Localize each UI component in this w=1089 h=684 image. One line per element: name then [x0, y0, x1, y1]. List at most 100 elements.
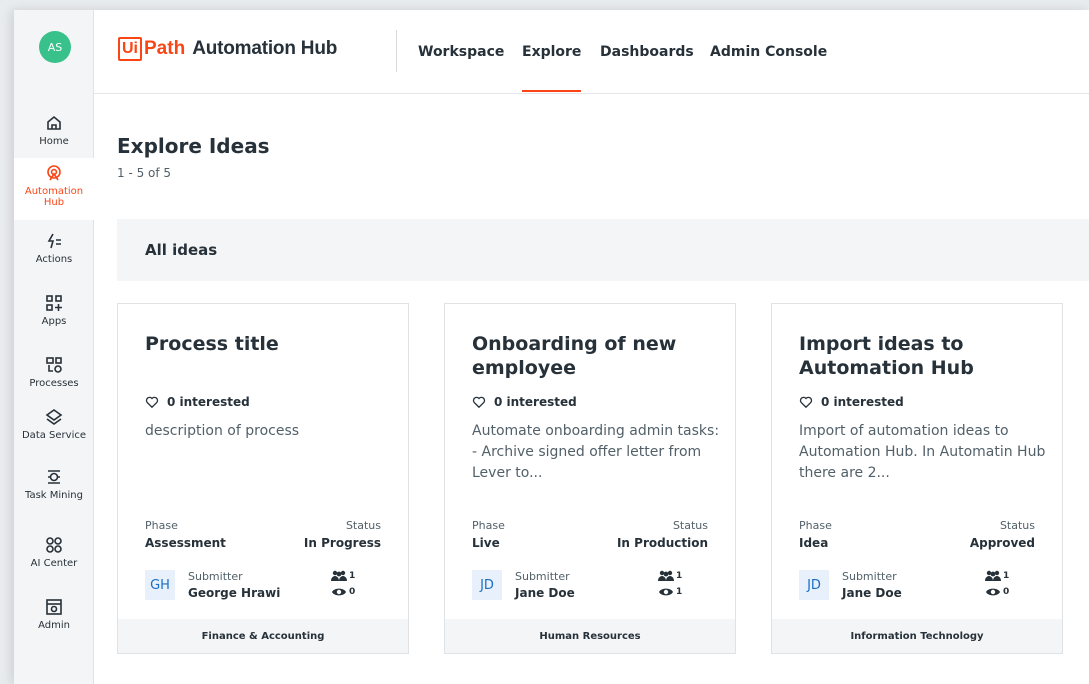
result-count: 1 - 5 of 5: [117, 166, 172, 180]
rail-label: Actions: [35, 254, 73, 265]
main-content: Explore Ideas 1 - 5 of 5 All ideas Proce…: [94, 95, 1089, 684]
submitter-label: Submitter: [842, 570, 897, 583]
submitter-name: Jane Doe: [842, 586, 902, 600]
rail-label: Processes: [29, 378, 79, 389]
rail-item-automation-hub[interactable]: Automation Hub: [14, 158, 94, 220]
phase-value: Idea: [799, 536, 829, 550]
ai-center-icon: [14, 536, 94, 556]
divider: [396, 30, 397, 72]
status-label: Status: [999, 519, 1035, 532]
submitter-avatar: JD: [799, 570, 829, 600]
collaborators-count: 1: [1003, 571, 1010, 581]
rail-label: Apps: [41, 316, 67, 327]
logo-path: Path: [144, 38, 186, 59]
submitter-label: Submitter: [188, 570, 243, 583]
views-stat: 0: [985, 586, 1009, 598]
rail-label: AI Center: [30, 558, 78, 569]
status-label: Status: [672, 519, 708, 532]
idea-title[interactable]: Import ideas to Automation Hub: [799, 332, 1044, 380]
idea-title[interactable]: Onboarding of new employee: [472, 332, 717, 380]
rail-label: Automation Hub: [24, 186, 84, 208]
left-rail: AS Home Automation Hub Actions Apps Proc…: [14, 10, 94, 684]
rail-label: Admin: [38, 620, 70, 631]
interest-toggle[interactable]: 0 interested: [799, 395, 904, 409]
nav-workspace[interactable]: Workspace: [418, 44, 504, 60]
collaborators-stat: 1: [331, 570, 355, 582]
category-footer: Information Technology: [772, 619, 1062, 653]
views-stat: 1: [658, 586, 682, 598]
people-icon: [985, 570, 1001, 581]
status-value: In Progress: [303, 536, 381, 550]
idea-card[interactable]: Onboarding of new employee 0 interested …: [444, 303, 736, 654]
apps-icon: [14, 294, 94, 314]
rail-item-task-mining[interactable]: Task Mining: [14, 468, 94, 520]
admin-icon: [14, 598, 94, 618]
collaborators-count: 1: [676, 571, 683, 581]
status-value: Approved: [969, 536, 1035, 550]
status-label: Status: [345, 519, 381, 532]
actions-icon: [14, 232, 94, 252]
people-icon: [658, 570, 674, 581]
collaborators-stat: 1: [658, 570, 682, 582]
collaborators-count: 1: [349, 571, 356, 581]
heart-icon: [472, 396, 486, 409]
processes-icon: [14, 356, 94, 376]
submitter-avatar: GH: [145, 570, 175, 600]
uipath-logo[interactable]: Ui Path Automation Hub: [118, 36, 337, 62]
views-count: 1: [676, 587, 683, 597]
product-name: Automation Hub: [192, 38, 338, 59]
idea-description: Automate onboarding admin tasks: - Archi…: [472, 423, 720, 481]
rail-item-apps[interactable]: Apps: [14, 294, 94, 336]
eye-icon: [332, 588, 346, 596]
phase-value: Live: [472, 536, 500, 550]
views-stat: 0: [331, 586, 355, 598]
nav-explore[interactable]: Explore: [522, 44, 582, 92]
phase-label: Phase: [145, 519, 178, 532]
phase-label: Phase: [472, 519, 505, 532]
interest-count: 0 interested: [821, 395, 904, 409]
rail-item-home[interactable]: Home: [14, 114, 94, 156]
rail-item-ai-center[interactable]: AI Center: [14, 536, 94, 578]
automation-hub-icon: [14, 164, 94, 184]
views-count: 0: [349, 587, 356, 597]
heart-icon: [799, 396, 813, 409]
status-value: In Production: [616, 536, 708, 550]
user-avatar[interactable]: AS: [39, 31, 71, 63]
submitter-name: George Hrawi: [188, 586, 281, 600]
filter-label: All ideas: [145, 241, 218, 259]
filter-bar[interactable]: All ideas: [117, 219, 1089, 281]
rail-item-admin[interactable]: Admin: [14, 598, 94, 640]
collaborators-stat: 1: [985, 570, 1009, 582]
phase-value: Assessment: [145, 536, 226, 550]
idea-description: Import of automation ideas to Automation…: [799, 423, 1046, 481]
rail-item-actions[interactable]: Actions: [14, 232, 94, 274]
idea-title[interactable]: Process title: [145, 332, 390, 356]
views-count: 0: [1003, 587, 1010, 597]
category-footer: Human Resources: [445, 619, 735, 653]
submitter-label: Submitter: [515, 570, 570, 583]
interest-toggle[interactable]: 0 interested: [145, 395, 250, 409]
top-bar: Ui Path Automation Hub Workspace Explore…: [94, 10, 1089, 94]
nav-admin-console[interactable]: Admin Console: [710, 44, 827, 60]
rail-item-processes[interactable]: Processes: [14, 356, 94, 398]
interest-count: 0 interested: [494, 395, 577, 409]
rail-label: Home: [39, 136, 69, 147]
idea-description: description of process: [145, 423, 300, 439]
eye-icon: [986, 588, 1000, 596]
people-icon: [331, 570, 347, 581]
home-icon: [14, 114, 94, 134]
interest-toggle[interactable]: 0 interested: [472, 395, 577, 409]
task-mining-icon: [14, 468, 94, 488]
rail-item-data-service[interactable]: Data Service: [14, 408, 94, 460]
idea-card[interactable]: Import ideas to Automation Hub 0 interes…: [771, 303, 1063, 654]
submitter-avatar: JD: [472, 570, 502, 600]
page-title: Explore Ideas: [117, 134, 270, 158]
idea-card[interactable]: Process title 0 interested description o…: [117, 303, 409, 654]
logo-ui: Ui: [118, 37, 142, 61]
rail-label: Task Mining: [25, 490, 83, 501]
app-window: AS Home Automation Hub Actions Apps Proc…: [14, 10, 1089, 684]
nav-dashboards[interactable]: Dashboards: [600, 44, 694, 60]
submitter-name: Jane Doe: [515, 586, 575, 600]
category-footer: Finance & Accounting: [118, 619, 408, 653]
data-service-icon: [14, 408, 94, 428]
